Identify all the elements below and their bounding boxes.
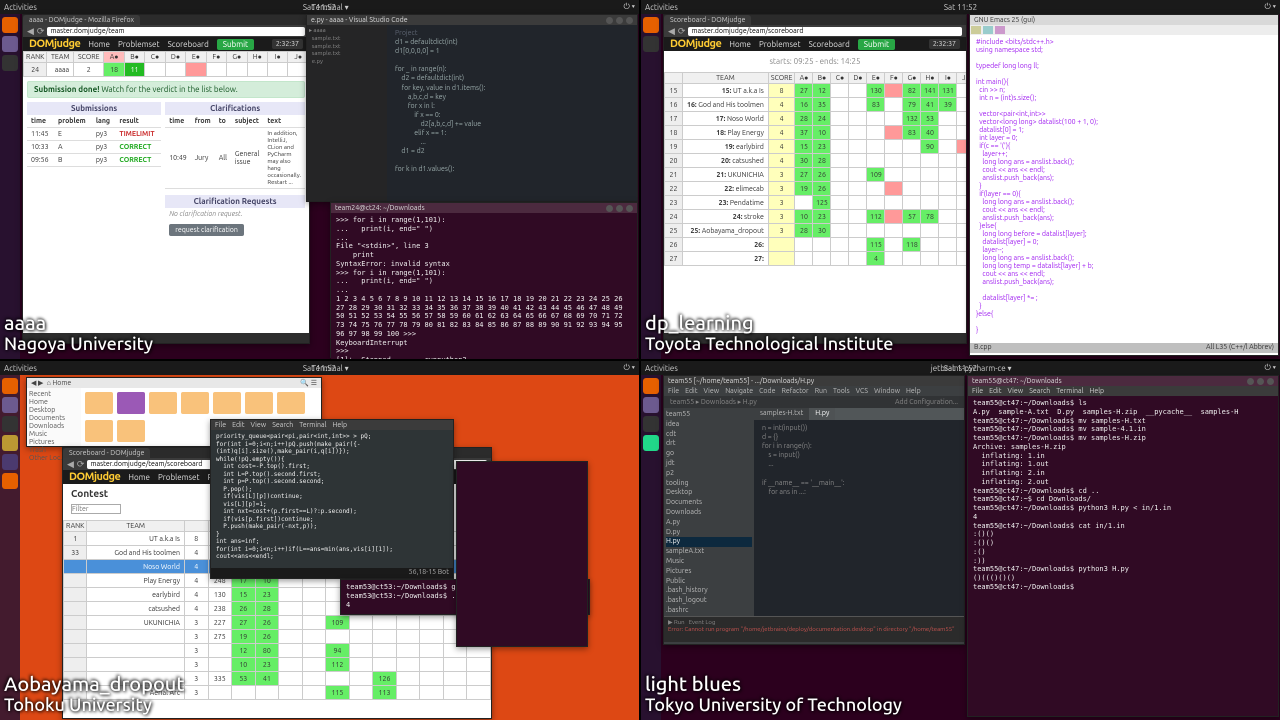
search-icon[interactable]: 🔍 ☰ <box>300 379 317 387</box>
files-icon[interactable] <box>2 36 18 52</box>
terminal-icon[interactable] <box>643 36 659 52</box>
dock <box>641 375 661 720</box>
no-clar: No clarification request. <box>165 208 305 220</box>
gnome-topbar: Activities jetbrains-pycharm-ce ▾ Sat 11… <box>641 361 1280 375</box>
eclipse-icon[interactable] <box>2 454 18 470</box>
files-icon[interactable] <box>643 397 659 413</box>
url-input[interactable] <box>688 27 962 36</box>
vscode-explorer[interactable]: ▸ aaaa sample.txt sample.txt sample.txt … <box>307 25 387 201</box>
terminal-title: team55@ct47: ~/Downloads <box>972 377 1062 385</box>
emacs-modeline: B.cppAll L35 (C++/l Abbrev) <box>970 343 1278 353</box>
team-overlay: light bluesTokyo University of Technolog… <box>645 672 902 716</box>
firefox-icon[interactable] <box>2 17 18 33</box>
firefox-icon[interactable] <box>643 378 659 394</box>
gnome-topbar: Activities Terminal ▾ Sat 11:52 ⏻ ▾ <box>0 361 639 375</box>
submission-row[interactable]: 11:45Epy3TIMELIMIT <box>27 128 161 141</box>
quadrant-2: Activities Sat 11:52 ⏻ ▾ Scoreboard - DO… <box>641 0 1280 359</box>
terminal[interactable]: >>> for i in range(1,101): ... print(i, … <box>331 213 637 359</box>
run-console: ▶ Run Event Log Error: Cannot run progra… <box>664 616 964 642</box>
code-editor[interactable]: Project d1 = defaultdict(int) d1[0,0,0,0… <box>387 25 494 201</box>
browser-tab[interactable]: aaaa - DOMjudge - Mozilla Firefox <box>23 15 140 25</box>
terminal-icon[interactable] <box>2 416 18 432</box>
terminal[interactable]: team55@ct47:~/Downloads$ ls A.py sample-… <box>968 396 1278 716</box>
vim-editor[interactable]: priority_queue<pair<pi,pair<int,int>> > … <box>211 430 453 568</box>
request-clar-button[interactable]: request clarification <box>169 224 244 236</box>
files-icon[interactable] <box>2 397 18 413</box>
quadrant-4: Activities jetbrains-pycharm-ce ▾ Sat 11… <box>641 361 1280 720</box>
back-icon[interactable]: ◀ <box>27 26 34 37</box>
vscode-window: e.py - aaaa - Visual Studio Code ▸ aaaa … <box>306 14 638 202</box>
clarifications-header: Clarifications <box>165 102 305 115</box>
submission-row[interactable]: 10:33Apy3CORRECT <box>27 141 161 154</box>
contest-clock: 2:32:37 <box>272 39 303 49</box>
domjudge-icon[interactable] <box>2 435 18 451</box>
files-sidebar[interactable]: RecentHomeDesktopDocumentsDownloadsMusic… <box>27 388 81 446</box>
emacs-buffer[interactable]: #include <bits/stdc++.h> using namespace… <box>970 35 1278 343</box>
firefox-scoreboard: Scoreboard - DOMjudge ◀⟳ DOMjudge HomePr… <box>663 14 967 344</box>
firefox-window: aaaa - DOMjudge - Mozilla Firefox ◀ ⟳ DO… <box>22 14 310 344</box>
submissions-header: Submissions <box>27 102 161 115</box>
firefox-icon[interactable] <box>643 17 659 33</box>
reload-icon[interactable]: ⟳ <box>37 26 45 37</box>
window-title: e.py - aaaa - Visual Studio Code <box>311 16 408 24</box>
submission-alert: Submission done! Submission done! Watch … <box>27 81 305 98</box>
terminal-window: team24@ct24: ~/Downloads >>> for i in ra… <box>330 202 638 358</box>
firefox-icon-2[interactable] <box>2 473 18 489</box>
run-config[interactable]: Add Configuration... <box>895 398 958 406</box>
nav-home[interactable]: Home <box>88 40 110 49</box>
browser-tab[interactable]: Scoreboard - DOMjudge <box>664 15 751 25</box>
domjudge-logo: DOMjudge <box>29 38 80 50</box>
filter-input[interactable] <box>71 504 121 514</box>
domjudge-navbar: DOMjudge Home Problemset Scoreboard Subm… <box>23 37 309 51</box>
gnome-topbar: Activities Sat 11:52 ⏻ ▾ <box>641 0 1280 14</box>
dock <box>0 375 20 720</box>
scoreboard-table: TEAMSCORE A●B●C●D●E●F●G●H●I●J●K● 1515: U… <box>664 72 966 266</box>
code-editor[interactable]: n = int(input()) d = {} for i in range(n… <box>754 420 964 501</box>
mini-scoreboard: RANKTEAMSCORE A●B●C●D●E●F●G●H●I●J● 24aaa… <box>23 51 309 77</box>
submissions-table: timeproblemlangresult 11:45Epy3TIMELIMIT… <box>27 115 161 167</box>
quadrant-1: Activities Terminal ▾ Sat 11:52 ⏻ ▾ aaaa… <box>0 0 639 359</box>
emacs-title: GNU Emacs 25 (gui) <box>974 16 1035 24</box>
clar-row[interactable]: 10:49JuryAllGeneral issueIn addition, In… <box>165 128 305 189</box>
clar-table: timefromtosubjecttext 10:49JuryAllGenera… <box>165 115 305 189</box>
terminal-icon[interactable] <box>2 55 18 71</box>
terminal-window: team55@ct47: ~/Downloads FileEditViewSea… <box>967 375 1279 717</box>
emacs-toolbar[interactable] <box>970 25 1278 35</box>
emacs-window: GNU Emacs 25 (gui) #include <bits/stdc++… <box>969 14 1279 356</box>
dock <box>641 14 661 359</box>
gnome-topbar: Activities Terminal ▾ Sat 11:52 ⏻ ▾ <box>0 0 639 14</box>
contest-time: starts: 09:25 - ends: 14:25 <box>664 51 966 72</box>
terminal-icon[interactable] <box>643 416 659 432</box>
project-tree[interactable]: team55ideacdtdrtgojdtp2toolingDesktopDoc… <box>664 408 754 616</box>
quadrant-3: Activities Terminal ▾ Sat 11:52 ⏻ ▾ ◀ ▶ … <box>0 361 639 720</box>
submit-button[interactable]: Submit <box>217 39 254 50</box>
pycharm-title: team55 [~/home/team55] - .../Downloads/H… <box>668 377 814 385</box>
editor-tab-active[interactable]: H.py <box>809 408 835 420</box>
dock <box>0 14 20 359</box>
firefox-icon[interactable] <box>2 378 18 394</box>
pycharm-icon[interactable] <box>643 435 659 451</box>
activities[interactable]: Activities <box>4 3 37 12</box>
nav-scoreboard[interactable]: Scoreboard <box>168 40 209 49</box>
terminal-empty[interactable] <box>456 461 588 647</box>
editor-tab[interactable]: samples-H.txt <box>754 408 809 420</box>
terminal-title: team24@ct24: ~/Downloads <box>335 204 425 212</box>
submission-row[interactable]: 09:56Bpy3CORRECT <box>27 154 161 167</box>
clar-req-header: Clarification Requests <box>165 195 305 208</box>
url-input[interactable] <box>47 27 305 36</box>
nav-problemset[interactable]: Problemset <box>118 40 160 49</box>
vim-status: 56,18-15 Bot <box>211 568 453 578</box>
pycharm-window: team55 [~/home/team55] - .../Downloads/H… <box>663 375 965 645</box>
clock: Sat 11:52 <box>303 3 336 12</box>
gedit-window: FileEditViewSearchTerminalHelp priority_… <box>210 419 454 579</box>
sys-tray[interactable]: ⏻ ▾ <box>623 2 635 12</box>
